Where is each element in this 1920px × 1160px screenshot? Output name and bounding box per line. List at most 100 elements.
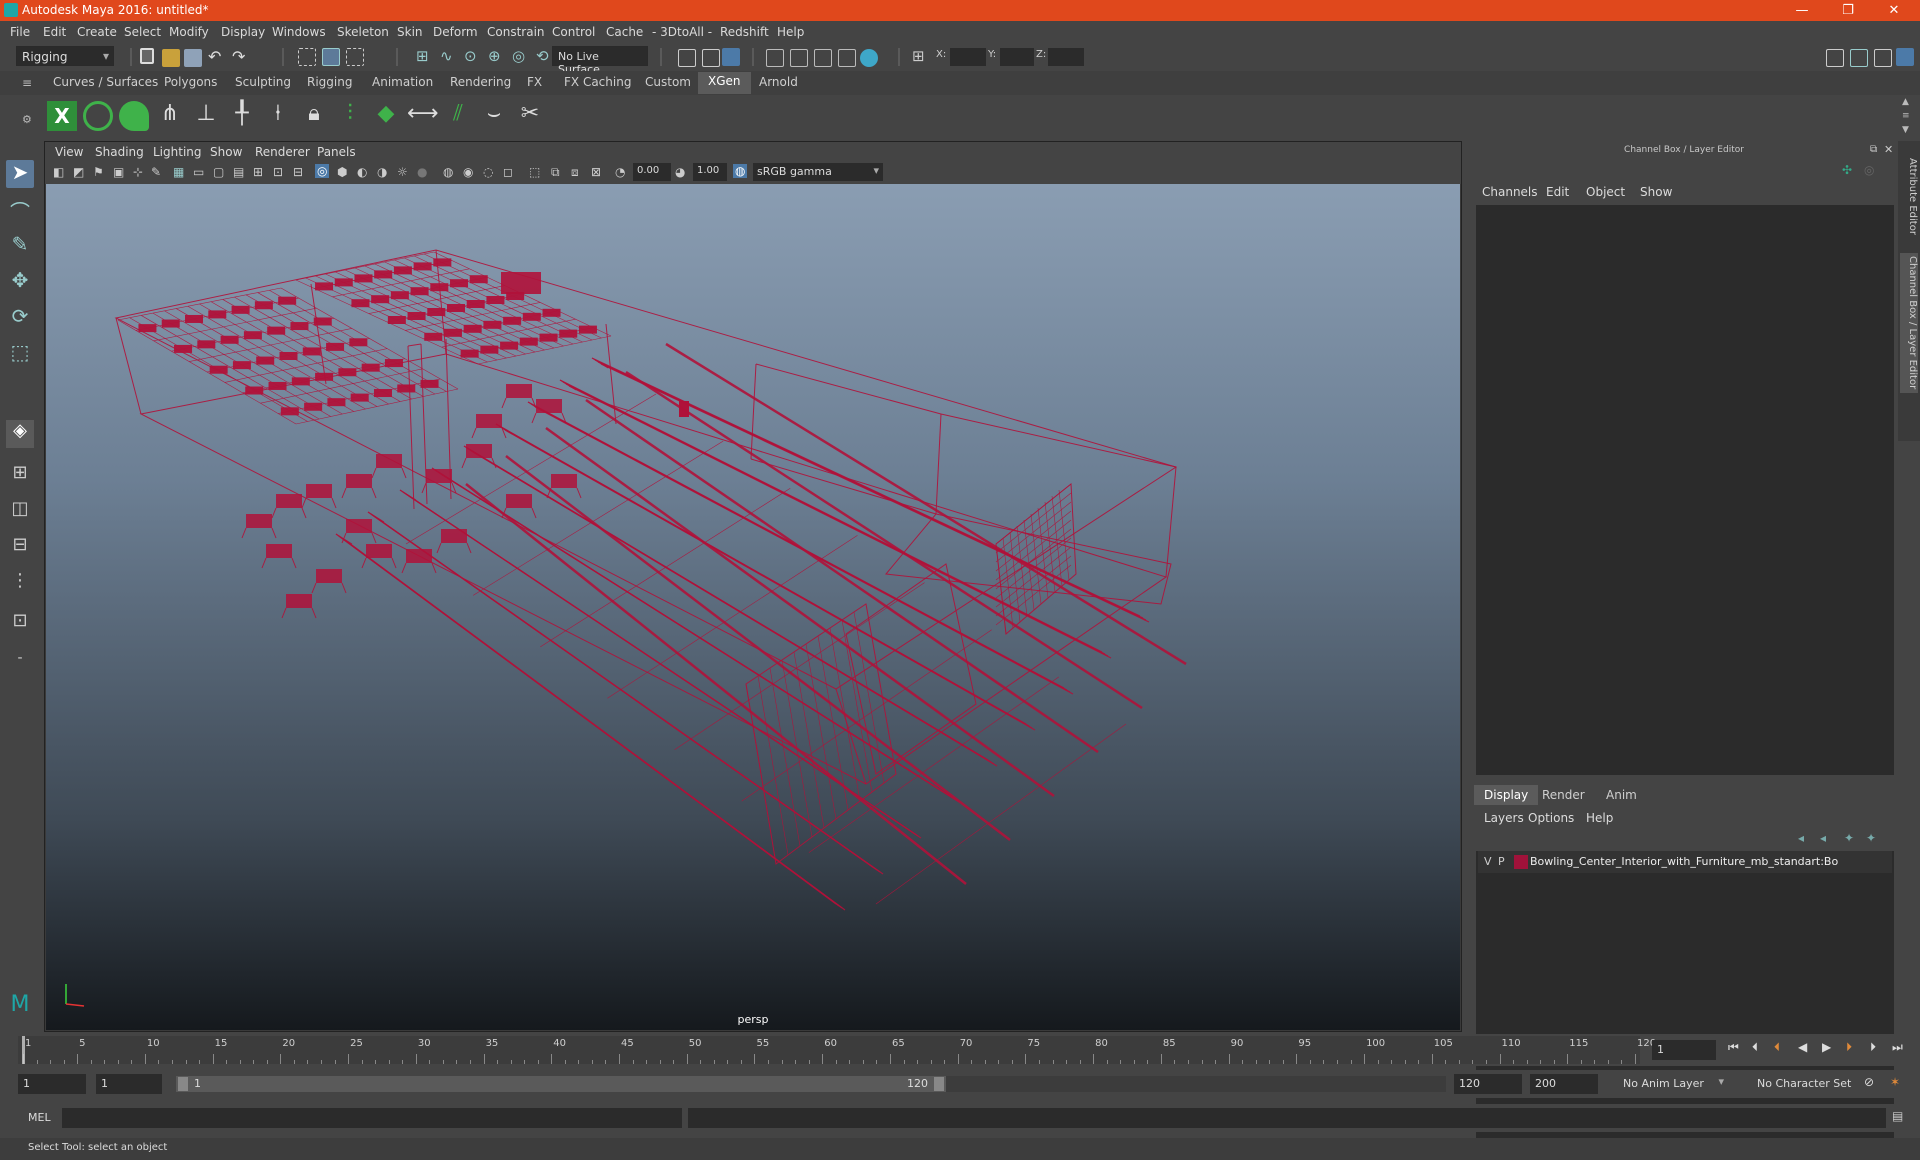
playback-end-field[interactable]: 120 (1454, 1074, 1522, 1094)
playback-start-field[interactable]: 1 (96, 1074, 162, 1094)
four-view-layout-icon[interactable]: ⊞ (6, 462, 34, 490)
channel-edit-menu[interactable]: Edit (1546, 185, 1569, 199)
camera-select-icon[interactable]: ◧ (53, 165, 64, 179)
channel-object-menu[interactable]: Object (1586, 185, 1625, 199)
more-layouts-icon[interactable]: - (6, 650, 34, 678)
channel-box-area[interactable] (1476, 205, 1894, 775)
speed-icon[interactable]: ◎ (1864, 163, 1874, 177)
move-layer-up-icon[interactable]: ◂ (1798, 831, 1804, 845)
vp-menu-show[interactable]: Show (210, 145, 242, 159)
animation-prefs-icon[interactable]: ✶ (1890, 1075, 1900, 1089)
exposure-icon[interactable]: ◔ (615, 165, 625, 179)
persp-outliner-layout-icon[interactable]: ◫ (6, 498, 34, 526)
sculpt-guide-icon[interactable]: ╀ (227, 101, 257, 131)
layer-row[interactable]: V P Bowling_Center_Interior_with_Furnitu… (1478, 851, 1892, 873)
layer-tab-display[interactable]: Display (1474, 785, 1539, 805)
shelf-menu-icon[interactable]: ≡ (22, 76, 32, 90)
attribute-editor-toggle-icon[interactable] (1850, 49, 1868, 67)
close-panel-icon[interactable]: ✕ (1884, 143, 1893, 156)
auto-key-icon[interactable]: ⊘ (1864, 1075, 1874, 1089)
select-by-component-icon[interactable] (346, 48, 364, 66)
menu-skeleton[interactable]: Skeleton (337, 25, 389, 39)
guides-to-curves-icon[interactable]: ⫶ (335, 101, 365, 131)
new-scene-icon[interactable] (140, 48, 154, 64)
snap-point-icon[interactable]: ⊙ (464, 47, 477, 65)
shelf-tab-sculpting[interactable]: Sculpting (235, 75, 291, 89)
layer-playback-toggle[interactable]: P (1498, 855, 1505, 868)
image-plane-icon[interactable]: ▣ (113, 165, 124, 179)
grease-pencil-icon[interactable]: ✎ (151, 165, 161, 179)
layer-tab-render[interactable]: Render (1532, 785, 1595, 805)
vp-menu-view[interactable]: View (55, 145, 83, 159)
redo-icon[interactable]: ↷ (232, 47, 245, 66)
render-settings-icon[interactable] (814, 49, 832, 67)
bookmark-icon[interactable]: ⚑ (93, 165, 104, 179)
channel-box-toggle-icon[interactable] (1896, 48, 1914, 66)
hypershade-layout-icon[interactable]: ⋮ (6, 570, 34, 598)
close-button[interactable]: ✕ (1872, 0, 1916, 21)
shelf-tab-custom[interactable]: Custom (645, 75, 691, 89)
manipulator-icon[interactable]: ✣ (1842, 163, 1852, 177)
rotate-tool-icon[interactable]: ⟳ (6, 304, 34, 332)
menu-cache[interactable]: Cache (606, 25, 643, 39)
shelf-tab-polygons[interactable]: Polygons (164, 75, 217, 89)
use-all-lights-icon[interactable]: ☼ (397, 165, 408, 179)
step-forward-frame-icon[interactable]: ⏵ (1870, 1040, 1876, 1055)
shelf-tab-animation[interactable]: Animation (372, 75, 433, 89)
construction-history-icon[interactable] (678, 49, 696, 67)
menu-deform[interactable]: Deform (433, 25, 478, 39)
2d-pan-zoom-icon[interactable]: ⊹ (133, 165, 143, 179)
current-frame-field[interactable]: 1 (1652, 1040, 1716, 1060)
wireframe-icon[interactable]: ◎ (315, 164, 330, 178)
menu-modify[interactable]: Modify (169, 25, 209, 39)
menu-file[interactable]: File (10, 25, 30, 39)
wireframe-on-shaded-icon[interactable]: ◐ (357, 165, 367, 179)
tool-settings-icon[interactable] (1874, 49, 1892, 67)
ipr-render-icon[interactable] (790, 49, 808, 67)
safe-title-icon[interactable]: ⊟ (293, 165, 303, 179)
shelf-scroll-up-icon[interactable]: ▲ (1902, 97, 1909, 107)
anti-aliasing-icon[interactable]: ◌ (483, 165, 493, 179)
snap-view-icon[interactable]: ⊕ (488, 47, 501, 65)
live-surface-field[interactable]: No Live Surface (552, 46, 648, 76)
xgen-region-icon[interactable]: ◆ (371, 101, 401, 131)
channel-box-tab[interactable]: Channel Box / Layer Editor (1900, 253, 1918, 393)
xgen-editor-icon[interactable]: X (47, 101, 77, 131)
textured-icon[interactable]: ◑ (377, 165, 387, 179)
shelf-tab-xgen[interactable]: XGen (698, 72, 751, 94)
play-forwards-icon[interactable]: ▶ (1822, 1040, 1831, 1054)
outliner-layout-icon[interactable]: ⊡ (6, 610, 34, 638)
shelf-settings-icon[interactable]: ⚙ (22, 113, 32, 126)
xgen-width-icon[interactable]: ⟷ (407, 101, 439, 131)
vp-menu-renderer[interactable]: Renderer (255, 145, 310, 159)
xray-joints-icon[interactable]: ⧈ (571, 165, 579, 180)
select-by-hierarchy-icon[interactable] (298, 48, 316, 66)
xgen-guides-icon[interactable]: ⋔ (155, 101, 185, 131)
layer-name[interactable]: Bowling_Center_Interior_with_Furniture_m… (1530, 855, 1838, 868)
time-slider-track[interactable]: 1 5 10 15 20 25 30 35 40 45 50 55 60 65 70 75 80 85 90 95 10… (18, 1036, 1656, 1064)
xgen-preview-icon[interactable] (83, 101, 113, 131)
menu-help[interactable]: Help (777, 25, 804, 39)
go-to-end-icon[interactable]: ⏭ (1892, 1040, 1903, 1055)
menu-control[interactable]: Control (552, 25, 595, 39)
select-tool-icon[interactable]: ➤ (6, 160, 34, 188)
menu-skin[interactable]: Skin (397, 25, 423, 39)
modeling-toolkit-icon[interactable] (1826, 49, 1844, 67)
xgen-bend-icon[interactable]: ⌣ (479, 101, 509, 131)
step-forward-key-icon[interactable]: ⏵ (1846, 1040, 1852, 1055)
grid-icon[interactable]: ▦ (173, 165, 184, 179)
gamma-field[interactable]: 1.00 (693, 163, 727, 181)
exposure-field[interactable]: 0.00 (633, 163, 671, 181)
xray-components-icon[interactable]: ⊠ (591, 165, 601, 179)
depth-of-field-icon[interactable]: ◻ (503, 165, 513, 179)
gamma-icon[interactable]: ◕ (675, 165, 685, 179)
single-perspective-layout-icon[interactable]: ◈ (6, 420, 34, 448)
layer-help-menu[interactable]: Help (1586, 811, 1613, 825)
snap-grid-icon[interactable]: ⊞ (416, 47, 429, 65)
shelf-tab-fx[interactable]: FX (527, 75, 542, 89)
float-panel-icon[interactable]: ⧉ (1870, 144, 1877, 155)
xray-icon[interactable]: ⧉ (551, 165, 560, 180)
script-editor-icon[interactable]: ▤ (1892, 1109, 1903, 1123)
shelf-menu-icon[interactable]: ≡ (1902, 111, 1910, 121)
gate-mask-icon[interactable]: ▤ (233, 165, 244, 179)
